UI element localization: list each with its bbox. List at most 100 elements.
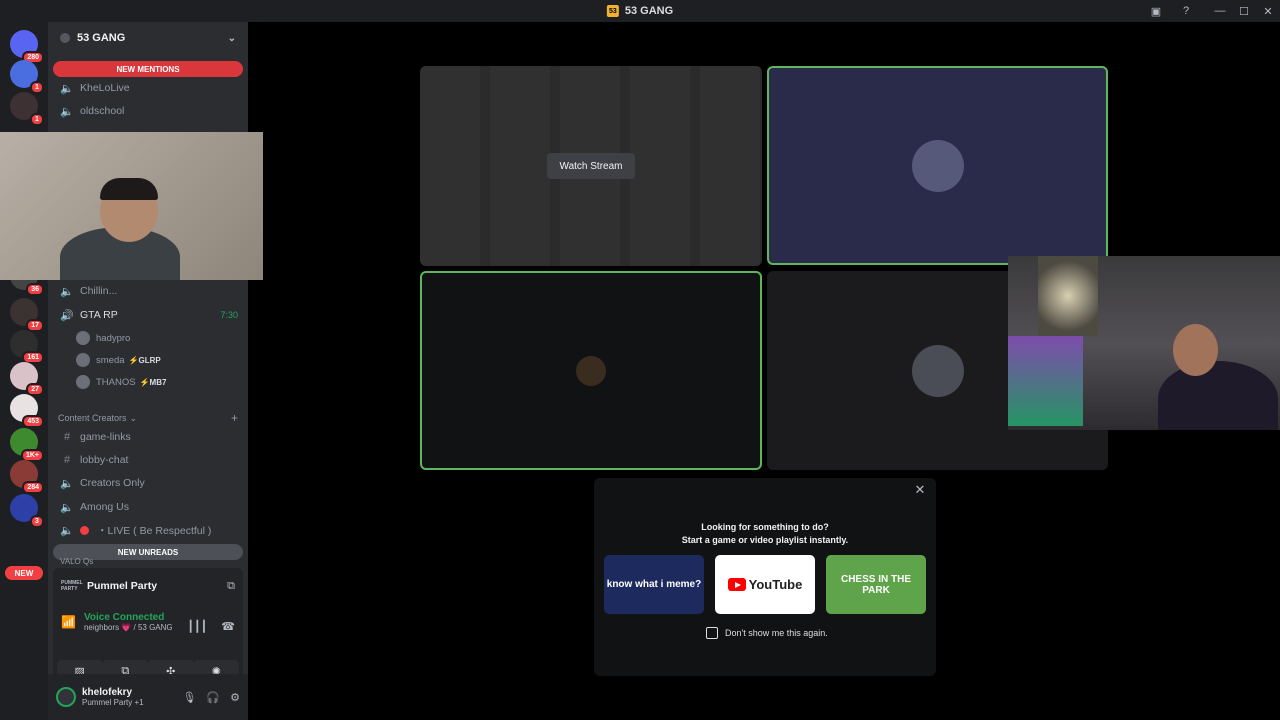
avatar[interactable]: [56, 687, 76, 707]
voice-channel-gta[interactable]: 🔊 GTA RP 7:30: [56, 305, 242, 325]
avatar: [911, 139, 964, 192]
add-channel-icon[interactable]: +: [231, 411, 238, 425]
maximize-button[interactable]: ☐: [1232, 0, 1256, 22]
gear-icon[interactable]: ⚙: [230, 691, 240, 704]
watch-stream-button[interactable]: Watch Stream: [547, 153, 635, 179]
person-shape: [1158, 361, 1278, 430]
screen-share-icon[interactable]: ⧉: [227, 580, 235, 593]
popup-title: Looking for something to do? Start a gam…: [594, 521, 936, 547]
server-icon[interactable]: 453: [10, 394, 44, 428]
youtube-card[interactable]: YouTube: [715, 555, 815, 614]
clan-tag: ⚡MB7: [139, 377, 167, 387]
inbox-icon[interactable]: ▣: [1148, 3, 1164, 19]
category-header[interactable]: Content Creators ⌄ +: [58, 411, 238, 425]
participant-tile-speaking[interactable]: [420, 271, 762, 470]
voice-location[interactable]: neighbors 💗 / 53 GANG: [84, 623, 173, 632]
voice-user[interactable]: hadypro: [76, 328, 130, 348]
channel-name: KheLoLive: [80, 82, 130, 94]
server-glyph-icon: 53: [606, 5, 619, 17]
microphone-icon[interactable]: 🎙: [182, 691, 196, 704]
activity-suggestion-popup: ✕ Looking for something to do? Start a g…: [594, 478, 936, 676]
card-label: know what i meme?: [606, 579, 702, 590]
server-icon[interactable]: 17: [10, 298, 44, 332]
server-icon[interactable]: 284: [10, 460, 44, 494]
voice-channel[interactable]: 🔈 oldschool: [56, 101, 242, 121]
participant-tile-speaking[interactable]: [767, 66, 1108, 265]
person-head: [1173, 324, 1218, 376]
channel-name: Chillin...: [80, 285, 118, 297]
new-mentions-pill[interactable]: NEW MENTIONS: [53, 61, 243, 77]
channel-sidebar: 53 GANG ⌄ NEW MENTIONS 🔈 KheLoLive 🔈 old…: [48, 22, 248, 720]
help-icon[interactable]: ?: [1178, 3, 1194, 19]
guild-icon: [60, 33, 70, 43]
speaker-lock-icon: 🔈: [60, 82, 74, 95]
window-title: 53 53 GANG: [606, 5, 674, 17]
minimize-button[interactable]: —: [1208, 0, 1232, 22]
hair-shape: [100, 178, 158, 200]
new-servers-pill[interactable]: NEW: [5, 566, 43, 580]
voice-channel[interactable]: 🔈 Among Us: [56, 497, 242, 517]
window-title-text: 53 GANG: [624, 5, 674, 17]
webcam-overlay-right: [1008, 256, 1280, 430]
unread-badge: 1: [30, 113, 44, 126]
chess-card[interactable]: CHESS IN THE PARK: [826, 555, 926, 614]
voice-status[interactable]: Voice Connected: [84, 612, 173, 623]
voice-channel[interactable]: 🔈 Creators Only: [56, 473, 242, 493]
channel-name: Among Us: [80, 501, 130, 513]
server-icon[interactable]: 3: [10, 494, 44, 528]
channel-name: game-links: [80, 431, 131, 443]
channel-name: VALO Qs: [60, 556, 94, 566]
avatar: [76, 375, 90, 389]
voice-channel[interactable]: 🔈 KheLoLive: [56, 78, 242, 98]
partial-channel[interactable]: VALO Qs: [56, 556, 242, 566]
channel-name: oldschool: [80, 105, 125, 117]
unread-badge: 36: [26, 283, 44, 296]
headphones-icon[interactable]: 🎧: [206, 691, 220, 704]
dont-show-checkbox-row[interactable]: Don't show me this again.: [706, 627, 828, 639]
voice-user[interactable]: smeda ⚡GLRP: [76, 350, 161, 370]
channel-name: Creators Only: [80, 477, 145, 489]
title-bar: 53 53 GANG ▣ ? — ☐ ✕: [0, 0, 1280, 22]
channel-name: GTA RP: [80, 309, 118, 321]
server-icon[interactable]: 27: [10, 362, 44, 396]
hash-icon: #: [63, 454, 71, 466]
voice-channel[interactable]: 🔈 Chillin...: [56, 281, 242, 301]
username[interactable]: khelofekry: [82, 687, 144, 698]
server-icon[interactable]: 1: [10, 60, 44, 94]
voice-user-name: THANOS: [96, 376, 136, 388]
text-channel[interactable]: # game-links: [56, 427, 242, 447]
voice-user[interactable]: THANOS ⚡MB7: [76, 372, 166, 392]
signal-icon[interactable]: 📶: [61, 615, 76, 629]
server-icon[interactable]: 1K+: [10, 428, 44, 462]
card-label: YouTube: [748, 577, 803, 592]
speaker-lock-icon: 🔈: [60, 477, 74, 490]
disconnect-icon[interactable]: ☎: [221, 620, 235, 633]
close-icon[interactable]: ✕: [912, 482, 928, 498]
activity-row[interactable]: PUMMEL PARTY Pummel Party ⧉: [53, 568, 243, 604]
close-window-button[interactable]: ✕: [1256, 0, 1280, 22]
stream-tile[interactable]: Watch Stream: [420, 66, 762, 266]
chevron-down-icon: ⌄: [129, 412, 138, 423]
server-icon[interactable]: 1: [10, 92, 44, 126]
text-channel[interactable]: # lobby-chat: [56, 450, 242, 470]
meme-game-card[interactable]: know what i meme?: [604, 555, 704, 614]
guild-header[interactable]: 53 GANG ⌄: [48, 22, 248, 54]
noise-suppression-icon[interactable]: ┃┃┃: [187, 620, 207, 633]
channel-name: ・LIVE ( Be Respectful ): [97, 524, 212, 537]
unread-badge: 3: [30, 515, 44, 528]
popup-title-line1: Looking for something to do?: [701, 522, 829, 532]
chevron-down-icon[interactable]: ⌄: [228, 33, 236, 44]
speaker-lock-icon: 🔈: [60, 501, 74, 514]
speaker-icon: 🔊: [60, 309, 74, 322]
home-button[interactable]: 280: [10, 30, 44, 64]
speaker-lock-icon: 🔈: [60, 524, 74, 537]
voice-channel-live[interactable]: 🔈 ・LIVE ( Be Respectful ): [56, 520, 242, 540]
speaker-lock-icon: 🔈: [60, 285, 74, 298]
server-icon[interactable]: 161: [10, 330, 44, 364]
checkbox[interactable]: [706, 627, 718, 639]
voice-user-name: smeda: [96, 354, 125, 366]
hash-icon: #: [63, 431, 71, 443]
avatar: [76, 331, 90, 345]
live-dot-icon: [80, 525, 89, 535]
channel-name: lobby-chat: [80, 454, 129, 466]
